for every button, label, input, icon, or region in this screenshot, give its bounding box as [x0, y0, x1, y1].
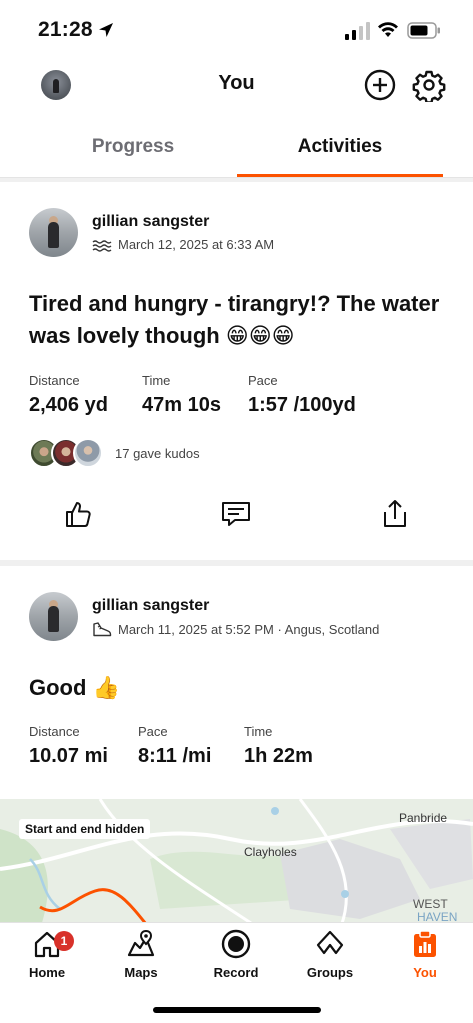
gear-icon[interactable]: [412, 68, 446, 102]
athlete-name[interactable]: gillian sangster: [92, 597, 209, 615]
stat-value: 2,406 yd: [29, 394, 108, 416]
stat-label: Pace: [248, 373, 278, 388]
nav-you[interactable]: You: [385, 929, 465, 991]
stat-label: Distance: [29, 724, 80, 739]
route-map[interactable]: Start and end hidden Clayholes Panbride …: [0, 799, 473, 926]
activity-date: March 11, 2025 at 5:52 PM · Angus, Scotl…: [118, 621, 380, 637]
map-privacy-badge: Start and end hidden: [19, 819, 151, 839]
nav-label: Groups: [306, 965, 354, 980]
home-indicator: [153, 1007, 321, 1013]
tab-progress[interactable]: Progress: [30, 118, 236, 176]
stat-distance: Distance 10.07 mi: [29, 724, 108, 768]
map-label: Panbride: [399, 811, 448, 825]
stat-pace: Pace 1:57 /100yd: [248, 373, 356, 417]
activity-title[interactable]: Good 👍: [29, 672, 449, 704]
athlete-avatar[interactable]: [29, 208, 78, 257]
stat-label: Time: [142, 373, 171, 388]
activity-card[interactable]: gillian sangster March 12, 2025 at 6:33 …: [0, 182, 473, 560]
tab-bar: Progress Activities: [0, 118, 473, 178]
stat-label: Distance: [29, 373, 80, 388]
record-icon: [221, 929, 251, 959]
add-icon[interactable]: [363, 68, 397, 102]
battery-icon: [407, 22, 440, 39]
athlete-avatar[interactable]: [29, 592, 78, 641]
stat-value: 10.07 mi: [29, 745, 108, 767]
groups-icon: [316, 930, 344, 955]
activity-card[interactable]: gillian sangster March 11, 2025 at 5:52 …: [0, 566, 473, 926]
athlete-name[interactable]: gillian sangster: [92, 213, 209, 231]
status-bar: 21:28: [0, 0, 473, 60]
kudos-thumbs-up-icon[interactable]: [62, 498, 94, 530]
nav-label: You: [413, 965, 437, 980]
activity-date: March 12, 2025 at 6:33 AM: [118, 237, 275, 252]
page-title: You: [218, 72, 255, 94]
status-time: 21:28: [38, 18, 93, 41]
stat-time: Time 1h 22m: [244, 724, 313, 768]
nav-label: Maps: [124, 965, 158, 980]
share-icon[interactable]: [379, 498, 411, 530]
run-shoe-icon: [93, 622, 112, 637]
map-label: Clayholes: [244, 845, 297, 859]
stat-value: 8:11 /mi: [138, 745, 212, 767]
activity-title[interactable]: Tired and hungry - tirangry!? The water …: [29, 288, 449, 352]
stat-distance: Distance 2,406 yd: [29, 373, 108, 417]
kudos-row[interactable]: 17 gave kudos: [29, 436, 200, 470]
stat-label: Time: [244, 724, 273, 739]
nav-home[interactable]: 1 Home: [7, 929, 87, 991]
header: You: [0, 60, 473, 110]
maps-icon: [127, 929, 155, 957]
stat-label: Pace: [138, 724, 168, 739]
comment-icon[interactable]: [220, 498, 252, 530]
stat-value: 1:57 /100yd: [248, 394, 356, 416]
nav-label: Home: [28, 965, 66, 980]
nav-record[interactable]: Record: [196, 929, 276, 991]
stat-time: Time 47m 10s: [142, 373, 221, 417]
swim-icon: [92, 239, 112, 252]
kudo-avatar: [73, 438, 103, 468]
tab-activities[interactable]: Activities: [237, 118, 443, 176]
nav-label: Record: [213, 965, 259, 980]
activity-meta: March 12, 2025 at 6:33 AM: [92, 237, 274, 252]
activity-meta: March 11, 2025 at 5:52 PM · Angus, Scotl…: [92, 621, 379, 637]
active-tab-indicator: [237, 174, 443, 177]
notification-badge: 1: [54, 931, 74, 951]
map-label: WEST: [413, 897, 448, 911]
stat-value: 47m 10s: [142, 394, 221, 416]
you-icon: [414, 930, 436, 957]
kudos-count: 17 gave kudos: [115, 445, 200, 461]
nav-groups[interactable]: Groups: [290, 929, 370, 991]
location-arrow-icon: [99, 23, 113, 37]
nav-maps[interactable]: Maps: [101, 929, 181, 991]
wifi-icon: [378, 22, 398, 37]
cellular-signal-icon: [345, 22, 370, 40]
stat-pace: Pace 8:11 /mi: [138, 724, 211, 768]
stat-value: 1h 22m: [244, 745, 313, 767]
